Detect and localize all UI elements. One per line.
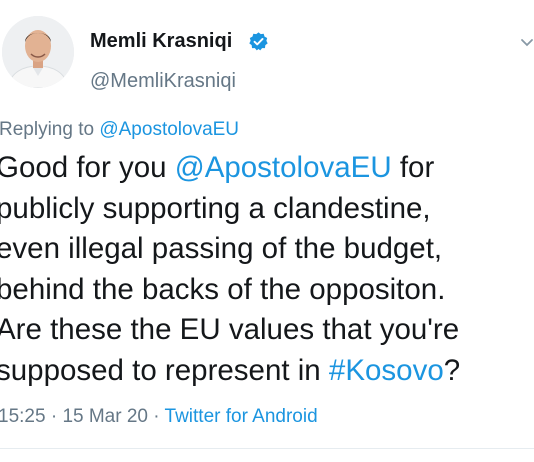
avatar[interactable]: [2, 16, 74, 88]
author-name[interactable]: Memli Krasniqi: [90, 30, 232, 53]
tweet-line: Are these the EU values that you're: [0, 313, 460, 347]
tweet-line: publicly supporting a clandestine,: [0, 191, 431, 225]
tweet-text-segment: supposed to represent in: [0, 353, 329, 387]
tweet-line: even illegal passing of the budget,: [0, 232, 443, 266]
tweet-source-link[interactable]: Twitter for Android: [165, 406, 318, 427]
replying-to: Replying to @ApostolovaEU: [0, 119, 239, 141]
author-handle[interactable]: @MemliKrasniqi: [90, 70, 236, 93]
meta-separator: ·: [147, 406, 165, 427]
tweet-text-segment: Good for you: [0, 151, 175, 184]
mention-link[interactable]: @ApostolovaEU: [175, 151, 392, 184]
meta-separator: ·: [45, 406, 63, 427]
tweet-line: Good for you @ApostolovaEU for: [0, 148, 534, 189]
tweet-line: supposed to represent in #Kosovo?: [0, 351, 534, 392]
divider: [0, 448, 534, 449]
tweet-date[interactable]: 15 Mar 20: [62, 406, 148, 427]
tweet-time[interactable]: 15:25: [0, 406, 46, 427]
chevron-down-icon[interactable]: [520, 38, 534, 48]
tweet-line: behind the backs of the oppositon.: [0, 272, 446, 306]
hashtag-link[interactable]: #Kosovo: [329, 354, 444, 387]
tweet-meta: 15:25 · 15 Mar 20 · Twitter for Android: [0, 406, 318, 428]
replying-to-label: Replying to: [0, 119, 100, 140]
tweet-text-segment: for: [391, 151, 435, 184]
tweet-text-segment: ?: [443, 353, 461, 387]
verified-badge-icon: [249, 32, 268, 51]
reply-mention-link[interactable]: @ApostolovaEU: [99, 119, 239, 140]
profile-photo-icon: [2, 16, 74, 88]
tweet-text: Good for you @ApostolovaEU for publicly …: [0, 148, 534, 392]
